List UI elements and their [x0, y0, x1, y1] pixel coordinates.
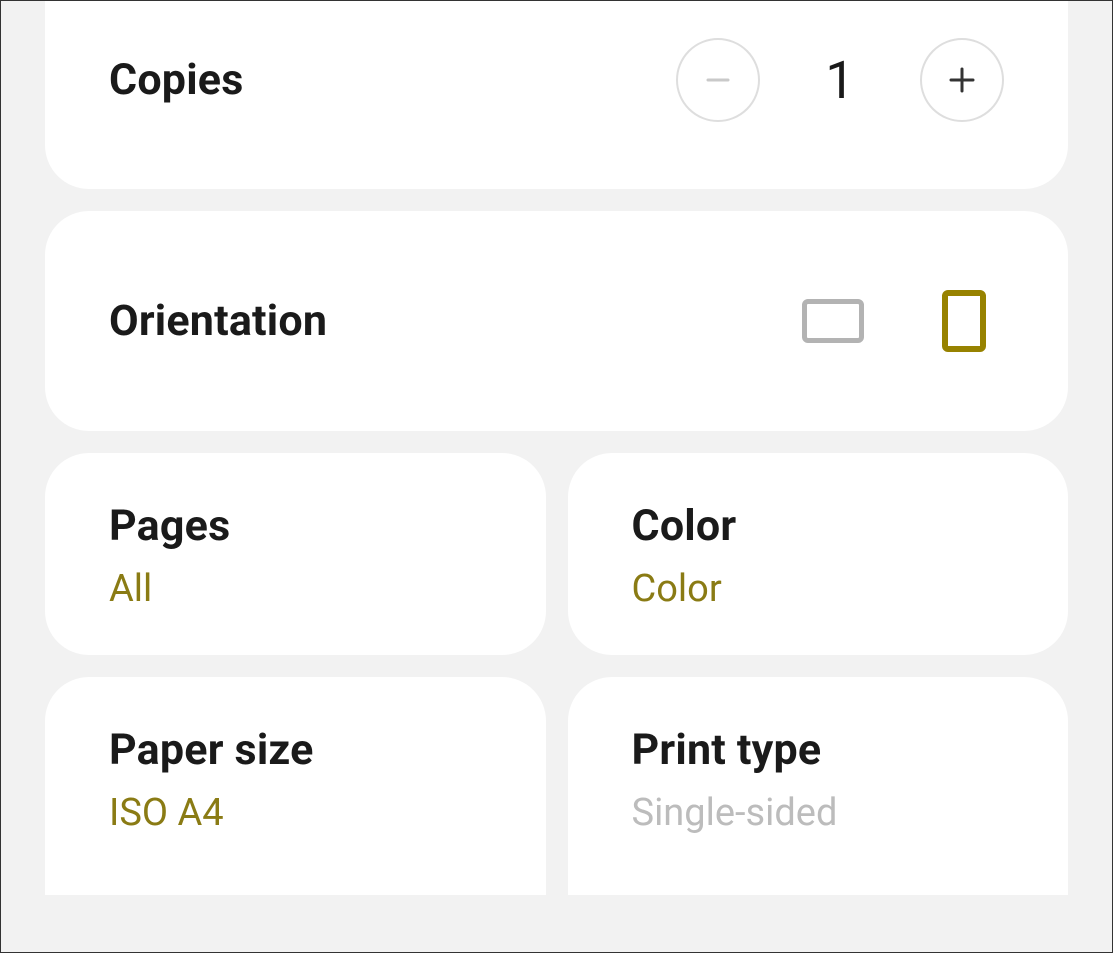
orientation-card: Orientation	[45, 211, 1068, 431]
color-card[interactable]: Color Color	[568, 453, 1069, 655]
orientation-landscape-icon[interactable]	[802, 299, 864, 343]
minus-icon	[704, 66, 732, 94]
pages-value: All	[109, 567, 482, 611]
pages-label: Pages	[109, 501, 482, 551]
print-type-label: Print type	[632, 725, 1005, 775]
plus-icon	[947, 65, 977, 95]
copies-label: Copies	[109, 55, 243, 105]
pages-card[interactable]: Pages All	[45, 453, 546, 655]
copies-card: Copies 1	[45, 1, 1068, 189]
print-type-card[interactable]: Print type Single-sided	[568, 677, 1069, 895]
paper-size-card[interactable]: Paper size ISO A4	[45, 677, 546, 895]
orientation-portrait-icon[interactable]	[942, 290, 986, 352]
copies-decrement-button[interactable]	[676, 38, 760, 122]
orientation-options	[802, 290, 1004, 352]
print-type-value: Single-sided	[632, 791, 1005, 835]
copies-value: 1	[760, 50, 920, 111]
copies-increment-button[interactable]	[920, 38, 1004, 122]
orientation-label: Orientation	[109, 296, 327, 346]
color-value: Color	[632, 567, 1005, 611]
color-label: Color	[632, 501, 1005, 551]
paper-size-value: ISO A4	[109, 791, 482, 835]
copies-stepper: 1	[676, 38, 1004, 122]
paper-size-label: Paper size	[109, 725, 482, 775]
